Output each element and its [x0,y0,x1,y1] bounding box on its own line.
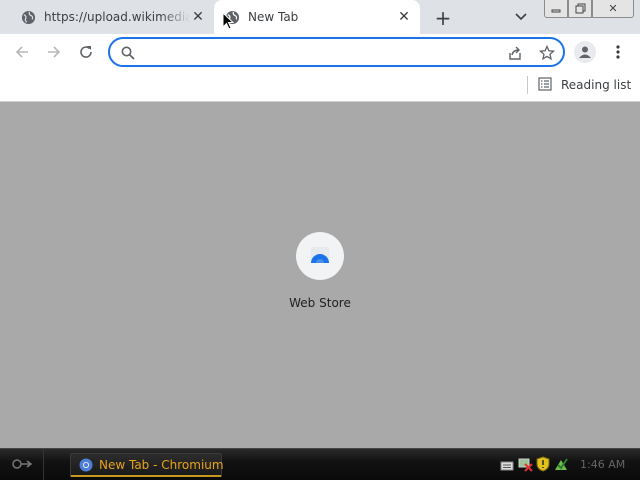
network-icon[interactable] [517,456,533,476]
start-menu-button[interactable] [0,449,44,480]
taskbar-item-label: New Tab - Chromium [99,457,224,472]
bookmarks-bar: Reading list [0,70,640,102]
system-tray [500,456,569,476]
separator [527,76,528,94]
taskbar-item-chromium[interactable]: New Tab - Chromium [70,453,224,477]
window-close-button[interactable]: ✕ [592,0,634,18]
address-input[interactable] [144,43,494,61]
profile-avatar-icon[interactable] [574,41,596,63]
tab-new-tab[interactable]: New Tab ✕ [214,0,420,34]
share-icon[interactable] [506,44,524,62]
web-store-icon [296,232,344,280]
shortcut-web-store[interactable]: Web Store [280,232,360,322]
minimize-button[interactable] [544,0,568,18]
keyboard-icon[interactable] [500,457,514,476]
tab-title: New Tab [248,10,299,24]
tab-wikimedia[interactable]: https://upload.wikimedia.org ✕ [10,0,214,34]
back-button[interactable] [10,40,34,64]
new-tab-button[interactable]: + [432,6,454,30]
tab-strip: https://upload.wikimedia.org ✕ New Tab ✕… [0,0,640,34]
toolbar [0,34,640,70]
shield-icon[interactable] [536,456,550,476]
shortcut-label: Web Store [289,296,351,310]
taskbar: New Tab - Chromium 1:46 AM [0,448,640,480]
globe-icon [20,9,36,25]
mouse-cursor-icon [222,11,235,30]
chevron-down-icon[interactable] [512,10,530,24]
new-tab-page: Web Store [0,102,640,448]
search-icon [120,45,136,61]
reading-list-icon [538,76,552,94]
update-icon[interactable] [553,456,569,476]
reading-list-button[interactable]: Reading list [538,76,631,94]
reload-button[interactable] [74,40,98,64]
more-menu-icon[interactable] [608,41,628,63]
tab-title: https://upload.wikimedia.org [44,10,190,24]
bookmark-star-icon[interactable] [538,44,556,62]
forward-button[interactable] [42,40,66,64]
maximize-button[interactable] [568,0,592,18]
address-bar[interactable] [108,37,565,67]
close-icon[interactable]: ✕ [396,9,412,25]
reading-list-label: Reading list [561,78,632,92]
close-icon[interactable]: ✕ [190,9,206,25]
chromium-icon [79,458,93,472]
clock: 1:46 AM [580,458,626,471]
start-icon [11,456,33,475]
